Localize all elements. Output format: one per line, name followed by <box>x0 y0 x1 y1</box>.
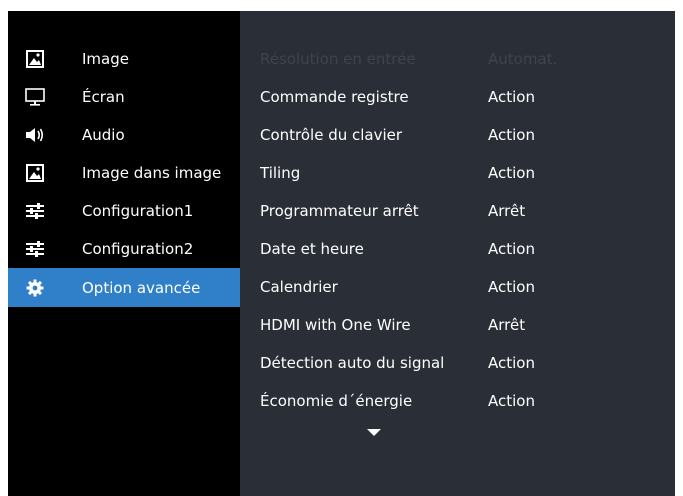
sidebar-item-audio[interactable]: Audio <box>8 116 240 154</box>
setting-value: Arrêt <box>488 316 526 334</box>
setting-label: Programmateur arrêt <box>260 202 419 220</box>
setting-row-resolution-entree: Résolution en entrée Automat. <box>240 40 675 78</box>
setting-value: Action <box>488 392 535 410</box>
setting-row-date-heure[interactable]: Date et heure Action <box>240 230 675 268</box>
sidebar-item-ecran[interactable]: Écran <box>8 78 240 116</box>
settings-panel: Résolution en entrée Automat. Commande r… <box>240 11 675 496</box>
setting-row-controle-clavier[interactable]: Contrôle du clavier Action <box>240 116 675 154</box>
setting-row-programmateur-arret[interactable]: Programmateur arrêt Arrêt <box>240 192 675 230</box>
sidebar-menu: Image Écran Audio Image dans image Confi… <box>8 40 240 307</box>
setting-label: Économie d´énergie <box>260 392 413 410</box>
setting-row-hdmi-one-wire[interactable]: HDMI with One Wire Arrêt <box>240 306 675 344</box>
sidebar-item-label: Image <box>82 50 129 68</box>
setting-value: Action <box>488 88 535 106</box>
speaker-icon <box>24 124 46 146</box>
sidebar: Image Écran Audio Image dans image Confi… <box>8 11 240 496</box>
sidebar-item-label: Configuration2 <box>82 240 194 258</box>
setting-value: Arrêt <box>488 202 526 220</box>
sidebar-item-label: Image dans image <box>82 164 222 182</box>
sidebar-item-configuration1[interactable]: Configuration1 <box>8 192 240 230</box>
osd-screen: Image Écran Audio Image dans image Confi… <box>8 11 675 496</box>
sidebar-item-label: Écran <box>82 88 125 106</box>
sidebar-item-option-avancee[interactable]: Option avancée <box>8 268 240 307</box>
setting-row-detection-auto-signal[interactable]: Détection auto du signal Action <box>240 344 675 382</box>
sliders-icon <box>24 200 46 222</box>
setting-label: Date et heure <box>260 240 364 258</box>
sidebar-item-image[interactable]: Image <box>8 40 240 78</box>
setting-label: Tiling <box>260 164 301 182</box>
setting-value: Action <box>488 278 535 296</box>
setting-row-economie-energie[interactable]: Économie d´énergie Action <box>240 382 675 420</box>
setting-label: HDMI with One Wire <box>260 316 411 334</box>
settings-list: Résolution en entrée Automat. Commande r… <box>240 40 675 420</box>
sidebar-item-configuration2[interactable]: Configuration2 <box>8 230 240 268</box>
picture-icon <box>24 162 46 184</box>
setting-value: Action <box>488 164 535 182</box>
setting-label: Contrôle du clavier <box>260 126 403 144</box>
sliders-icon <box>24 238 46 260</box>
picture-icon <box>24 48 46 70</box>
sidebar-item-label: Configuration1 <box>82 202 194 220</box>
setting-value: Automat. <box>488 50 558 68</box>
setting-value: Action <box>488 354 535 372</box>
chevron-down-icon[interactable] <box>367 429 381 436</box>
gear-icon <box>24 277 46 299</box>
setting-label: Commande registre <box>260 88 409 106</box>
setting-label: Résolution en entrée <box>260 50 416 68</box>
setting-label: Détection auto du signal <box>260 354 445 372</box>
setting-label: Calendrier <box>260 278 338 296</box>
setting-row-calendrier[interactable]: Calendrier Action <box>240 268 675 306</box>
monitor-icon <box>24 86 46 108</box>
setting-value: Action <box>488 126 535 144</box>
setting-row-commande-registre[interactable]: Commande registre Action <box>240 78 675 116</box>
sidebar-item-image-dans-image[interactable]: Image dans image <box>8 154 240 192</box>
sidebar-item-label: Option avancée <box>82 278 201 297</box>
setting-row-tiling[interactable]: Tiling Action <box>240 154 675 192</box>
setting-value: Action <box>488 240 535 258</box>
sidebar-item-label: Audio <box>82 126 125 144</box>
